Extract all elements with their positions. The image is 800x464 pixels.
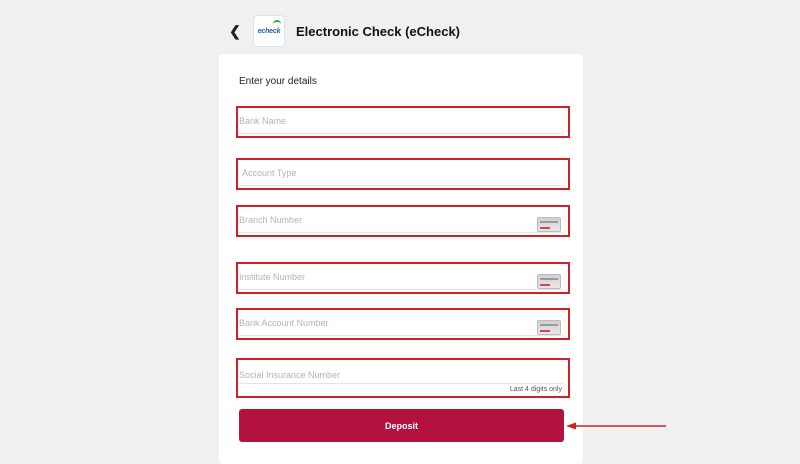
bank-name-field [236, 106, 570, 138]
pointer-arrow-icon [566, 422, 666, 430]
page-title: Electronic Check (eCheck) [296, 23, 461, 39]
branch-number-field [236, 205, 570, 237]
details-form-card: Enter your details Last 4 digits only De… [219, 54, 583, 464]
institute-number-field [236, 262, 570, 294]
deposit-button[interactable]: Deposit [239, 409, 564, 442]
logo-swoosh-icon [273, 20, 281, 28]
echeck-logo: echeck [253, 15, 285, 47]
chevron-left-icon: ❮ [229, 22, 241, 39]
bank-account-number-input[interactable] [239, 312, 539, 334]
logo-text: echeck [257, 27, 281, 35]
cheque-icon [537, 320, 561, 335]
cheque-icon [537, 217, 561, 232]
cheque-icon [537, 274, 561, 289]
page-header: ❮ echeck Electronic Check (eCheck) [225, 14, 460, 48]
form-heading: Enter your details [239, 76, 317, 87]
field-underline [239, 383, 563, 384]
institute-number-input[interactable] [239, 266, 539, 288]
sin-hint: Last 4 digits only [509, 386, 562, 393]
branch-number-input[interactable] [239, 209, 539, 231]
field-underline [239, 185, 563, 186]
bank-account-number-field [236, 308, 570, 340]
account-type-field [236, 158, 570, 190]
bank-name-input[interactable] [239, 110, 539, 132]
field-underline [239, 335, 563, 336]
field-underline [239, 232, 563, 233]
field-underline [239, 133, 563, 134]
field-underline [239, 289, 563, 290]
account-type-input[interactable] [242, 162, 542, 184]
back-button[interactable]: ❮ [225, 21, 245, 41]
social-insurance-number-field: Last 4 digits only [236, 358, 570, 398]
